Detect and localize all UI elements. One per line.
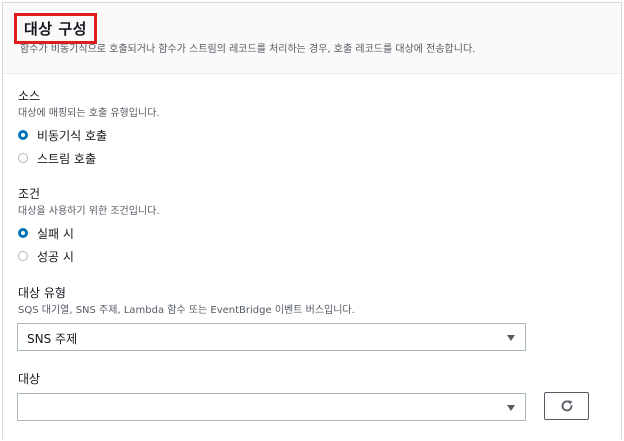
- destination-type-description: SQS 대기열, SNS 주제, Lambda 함수 또는 EventBridg…: [18, 305, 355, 316]
- destination-type-section: 대상 유형 SQS 대기열, SNS 주제, Lambda 함수 또는 Even…: [18, 286, 355, 317]
- refresh-button[interactable]: [544, 392, 589, 420]
- radio-async-invocation[interactable]: 비동기식 호출: [18, 127, 160, 143]
- radio-selected-indicator[interactable]: [18, 228, 28, 238]
- radio-on-failure[interactable]: 실패 시: [18, 225, 160, 241]
- condition-label: 조건: [18, 187, 41, 201]
- destination-type-value: SNS 주제: [27, 332, 78, 346]
- radio-on-success[interactable]: 성공 시: [18, 248, 160, 264]
- panel-title: 대상 구성: [24, 20, 87, 38]
- destination-label: 대상: [18, 372, 41, 386]
- radio-unselected-indicator[interactable]: [18, 251, 28, 261]
- radio-unselected-indicator[interactable]: [18, 153, 28, 163]
- refresh-icon: [561, 400, 572, 412]
- radio-selected-indicator[interactable]: [18, 130, 28, 140]
- panel-header: 대상 구성 함수가 비동기식으로 호출되거나 함수가 스트림의 레코드를 처리하…: [3, 3, 621, 74]
- caret-down-icon: [507, 405, 515, 411]
- panel-description: 함수가 비동기식으로 호출되거나 함수가 스트림의 레코드를 처리하는 경우, …: [20, 44, 476, 55]
- source-description: 대상에 매핑되는 호출 유형입니다.: [18, 108, 160, 119]
- condition-section: 조건 대상을 사용하기 위한 조건입니다. 실패 시 성공 시: [18, 187, 160, 264]
- source-section: 소스 대상에 매핑되는 호출 유형입니다. 비동기식 호출 스트림 호출: [18, 89, 160, 166]
- radio-label: 스트림 호출: [37, 151, 97, 166]
- destination-section: 대상: [18, 372, 40, 387]
- condition-description: 대상을 사용하기 위한 조건입니다.: [18, 206, 160, 217]
- source-label: 소스: [18, 89, 41, 103]
- radio-label: 비동기식 호출: [37, 128, 108, 143]
- radio-stream-invocation[interactable]: 스트림 호출: [18, 150, 160, 166]
- destination-type-select[interactable]: SNS 주제: [17, 323, 526, 351]
- destination-type-label: 대상 유형: [18, 286, 66, 300]
- radio-label: 성공 시: [37, 249, 74, 264]
- destination-select[interactable]: [17, 393, 526, 421]
- radio-label: 실패 시: [37, 226, 74, 241]
- caret-down-icon: [507, 335, 515, 341]
